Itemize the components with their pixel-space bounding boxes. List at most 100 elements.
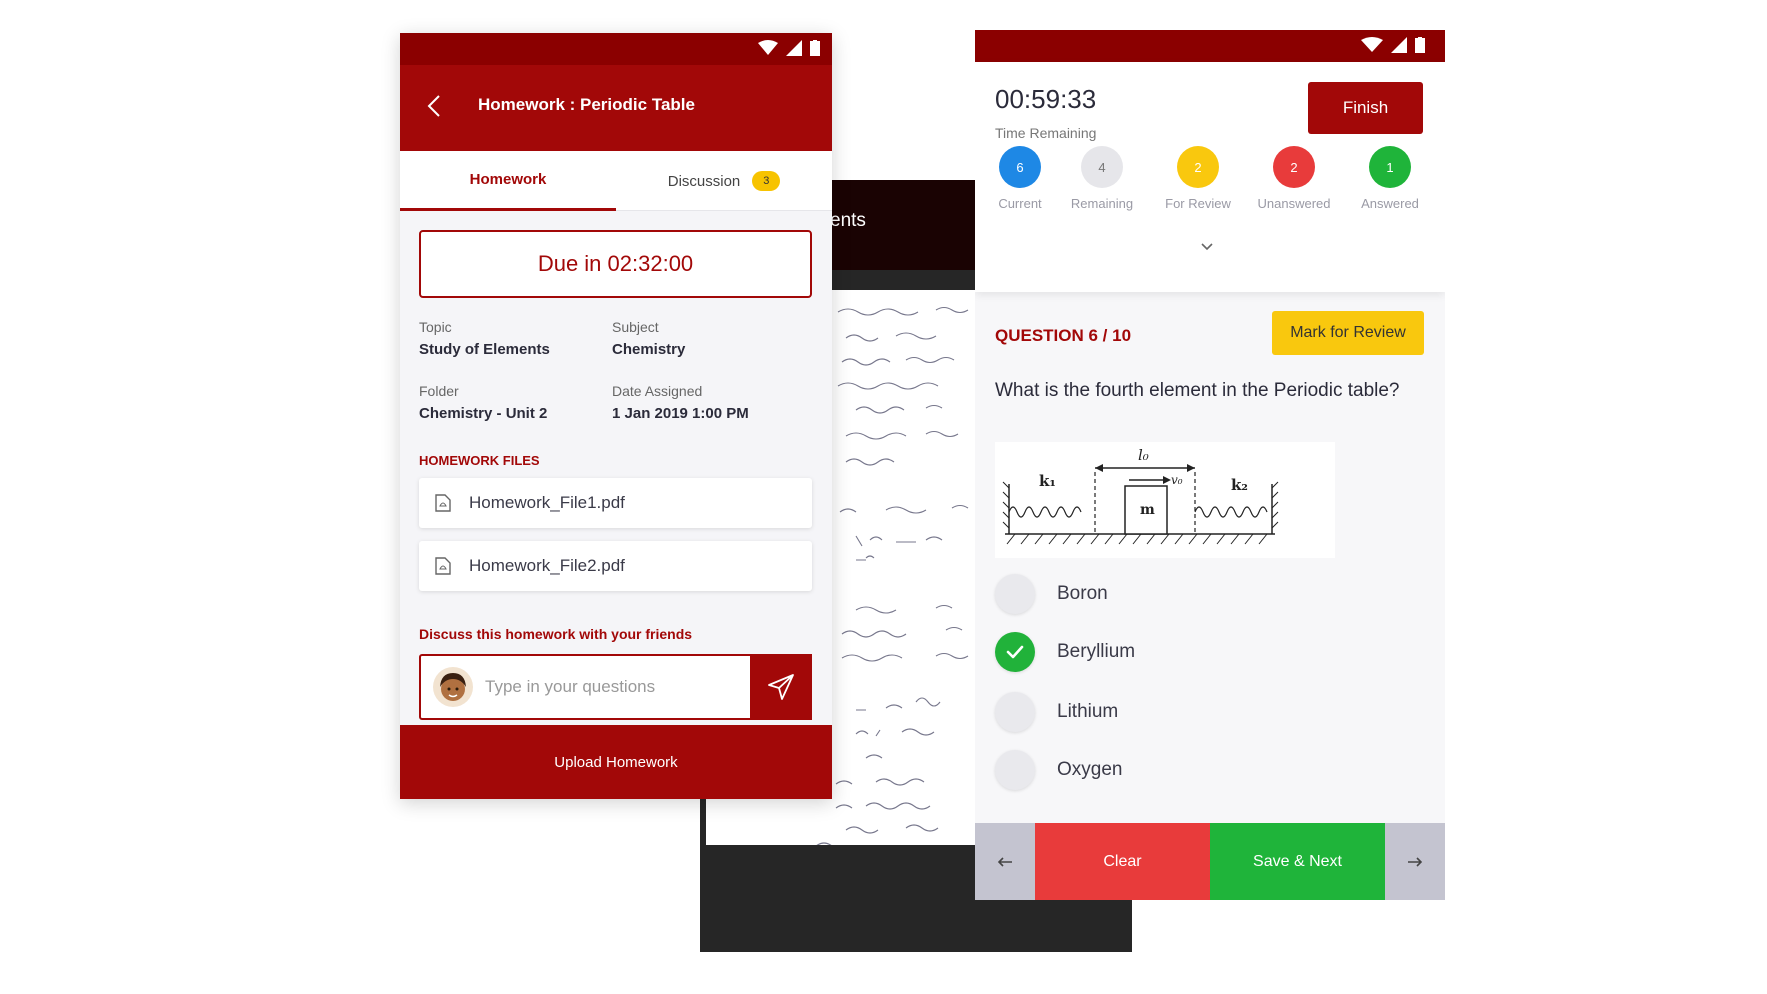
spring2-label: k₂ — [1231, 476, 1248, 494]
stat-for-review[interactable]: 2 For Review — [1153, 146, 1243, 211]
file-item[interactable]: Homework_File2.pdf — [419, 541, 812, 591]
topic-field: Topic Study of Elements — [419, 319, 550, 358]
tab-homework-label: Homework — [469, 171, 547, 188]
status-icons — [758, 40, 820, 56]
check-icon — [1006, 645, 1024, 659]
topic-label: Topic — [419, 319, 452, 335]
stat-remaining-count: 4 — [1081, 146, 1123, 188]
status-bar — [400, 33, 832, 65]
question-input[interactable] — [485, 670, 715, 704]
topic-value: Study of Elements — [419, 341, 550, 358]
previous-question-button[interactable] — [975, 823, 1035, 900]
stat-for-review-count: 2 — [1177, 146, 1219, 188]
back-button[interactable] — [420, 91, 450, 121]
question-number: QUESTION 6 / 10 — [995, 326, 1132, 345]
avatar — [433, 667, 473, 707]
mark-for-review-label: Mark for Review — [1290, 324, 1406, 341]
quiz-summary-panel: 00:59:33 Time Remaining Finish 6 Current… — [975, 62, 1445, 292]
file-name: Homework_File1.pdf — [469, 493, 625, 512]
chevron-down-icon[interactable] — [1200, 242, 1214, 252]
save-next-label: Save & Next — [1253, 852, 1342, 870]
folder-field: Folder Chemistry - Unit 2 — [419, 383, 547, 422]
status-icons — [1361, 37, 1425, 53]
chevron-left-icon — [427, 95, 440, 117]
option-label: Beryllium — [1057, 641, 1136, 662]
length-label: l₀ — [1138, 446, 1149, 464]
date-assigned-field: Date Assigned 1 Jan 2019 1:00 PM — [612, 383, 749, 422]
clear-label: Clear — [1103, 852, 1142, 870]
wifi-icon — [758, 40, 778, 55]
radio-button[interactable] — [995, 632, 1035, 672]
option-label: Oxygen — [1057, 759, 1123, 780]
radio-button[interactable] — [995, 574, 1035, 614]
subject-value: Chemistry — [612, 341, 686, 358]
option-lithium[interactable]: Lithium — [995, 690, 1118, 734]
option-boron[interactable]: Boron — [995, 572, 1108, 616]
question-figure: m l₀ v₀ k₁ k₂ — [995, 442, 1335, 558]
timer-value: 00:59:33 — [995, 84, 1097, 114]
spring-mass-diagram: m l₀ v₀ k₁ k₂ — [1002, 446, 1279, 545]
homework-screen: Homework : Periodic Table Homework Discu… — [400, 33, 832, 799]
wifi-icon — [1361, 37, 1383, 52]
option-oxygen[interactable]: Oxygen — [995, 748, 1122, 792]
tab-discussion[interactable]: Discussion 3 — [616, 151, 832, 211]
app-bar: Homework : Periodic Table — [400, 65, 832, 151]
discuss-heading: Discuss this homework with your friends — [419, 626, 693, 642]
quiz-screen: 00:59:33 Time Remaining Finish 6 Current… — [975, 30, 1445, 900]
quiz-action-bar: Clear Save & Next — [975, 823, 1445, 900]
file-item[interactable]: Homework_File1.pdf — [419, 478, 812, 528]
stat-remaining[interactable]: 4 Remaining — [1057, 146, 1147, 211]
homework-files-heading: HOMEWORK FILES — [419, 453, 540, 468]
question-text: What is the fourth element in the Period… — [995, 380, 1400, 401]
velocity-label: v₀ — [1171, 473, 1183, 487]
clear-button[interactable]: Clear — [1035, 823, 1210, 900]
timer-label: Time Remaining — [995, 125, 1097, 141]
pdf-file-icon — [435, 557, 451, 575]
due-countdown: Due in 02:32:00 — [419, 230, 812, 298]
signal-icon — [1391, 37, 1407, 53]
stat-current[interactable]: 6 Current — [975, 146, 1065, 211]
spring1-label: k₁ — [1039, 472, 1056, 490]
date-assigned-value: 1 Jan 2019 1:00 PM — [612, 405, 749, 422]
upload-homework-label: Upload Homework — [554, 753, 678, 771]
send-icon — [768, 674, 794, 700]
pdf-file-icon — [435, 494, 451, 512]
arrow-left-icon — [997, 856, 1012, 867]
tab-bar: Homework Discussion 3 — [400, 151, 832, 211]
stat-current-count: 6 — [999, 146, 1041, 188]
next-question-button[interactable] — [1385, 823, 1445, 900]
file-name: Homework_File2.pdf — [469, 556, 625, 575]
stat-remaining-label: Remaining — [1070, 196, 1134, 211]
stat-answered-label: Answered — [1361, 196, 1419, 211]
upload-homework-button[interactable]: Upload Homework — [400, 725, 832, 799]
mark-for-review-button[interactable]: Mark for Review — [1272, 311, 1424, 355]
signal-icon — [786, 40, 802, 56]
date-assigned-label: Date Assigned — [612, 383, 703, 399]
folder-value: Chemistry - Unit 2 — [419, 405, 548, 422]
question-composer — [419, 654, 812, 720]
battery-icon — [1415, 37, 1425, 53]
page-title: Homework : Periodic Table — [478, 95, 695, 114]
option-label: Lithium — [1057, 701, 1119, 722]
stat-answered-count: 1 — [1369, 146, 1411, 188]
radio-button[interactable] — [995, 692, 1035, 732]
user-avatar-icon — [440, 673, 466, 701]
discussion-count-badge: 3 — [752, 171, 781, 191]
stat-unanswered[interactable]: 2 Unanswered — [1249, 146, 1339, 211]
stat-unanswered-count: 2 — [1273, 146, 1315, 188]
stat-answered[interactable]: 1 Answered — [1345, 146, 1435, 211]
option-label: Boron — [1057, 583, 1108, 604]
save-next-button[interactable]: Save & Next — [1210, 823, 1385, 900]
send-button[interactable] — [750, 654, 812, 720]
arrow-right-icon — [1408, 856, 1423, 867]
stat-current-label: Current — [998, 196, 1042, 211]
finish-button[interactable]: Finish — [1308, 82, 1423, 134]
battery-icon — [810, 40, 820, 56]
finish-label: Finish — [1342, 98, 1389, 117]
tab-homework[interactable]: Homework — [400, 151, 616, 211]
option-beryllium[interactable]: Beryllium — [995, 630, 1135, 674]
stat-unanswered-label: Unanswered — [1257, 196, 1331, 211]
radio-button[interactable] — [995, 750, 1035, 790]
mass-label: m — [1140, 502, 1155, 518]
folder-label: Folder — [419, 383, 459, 399]
